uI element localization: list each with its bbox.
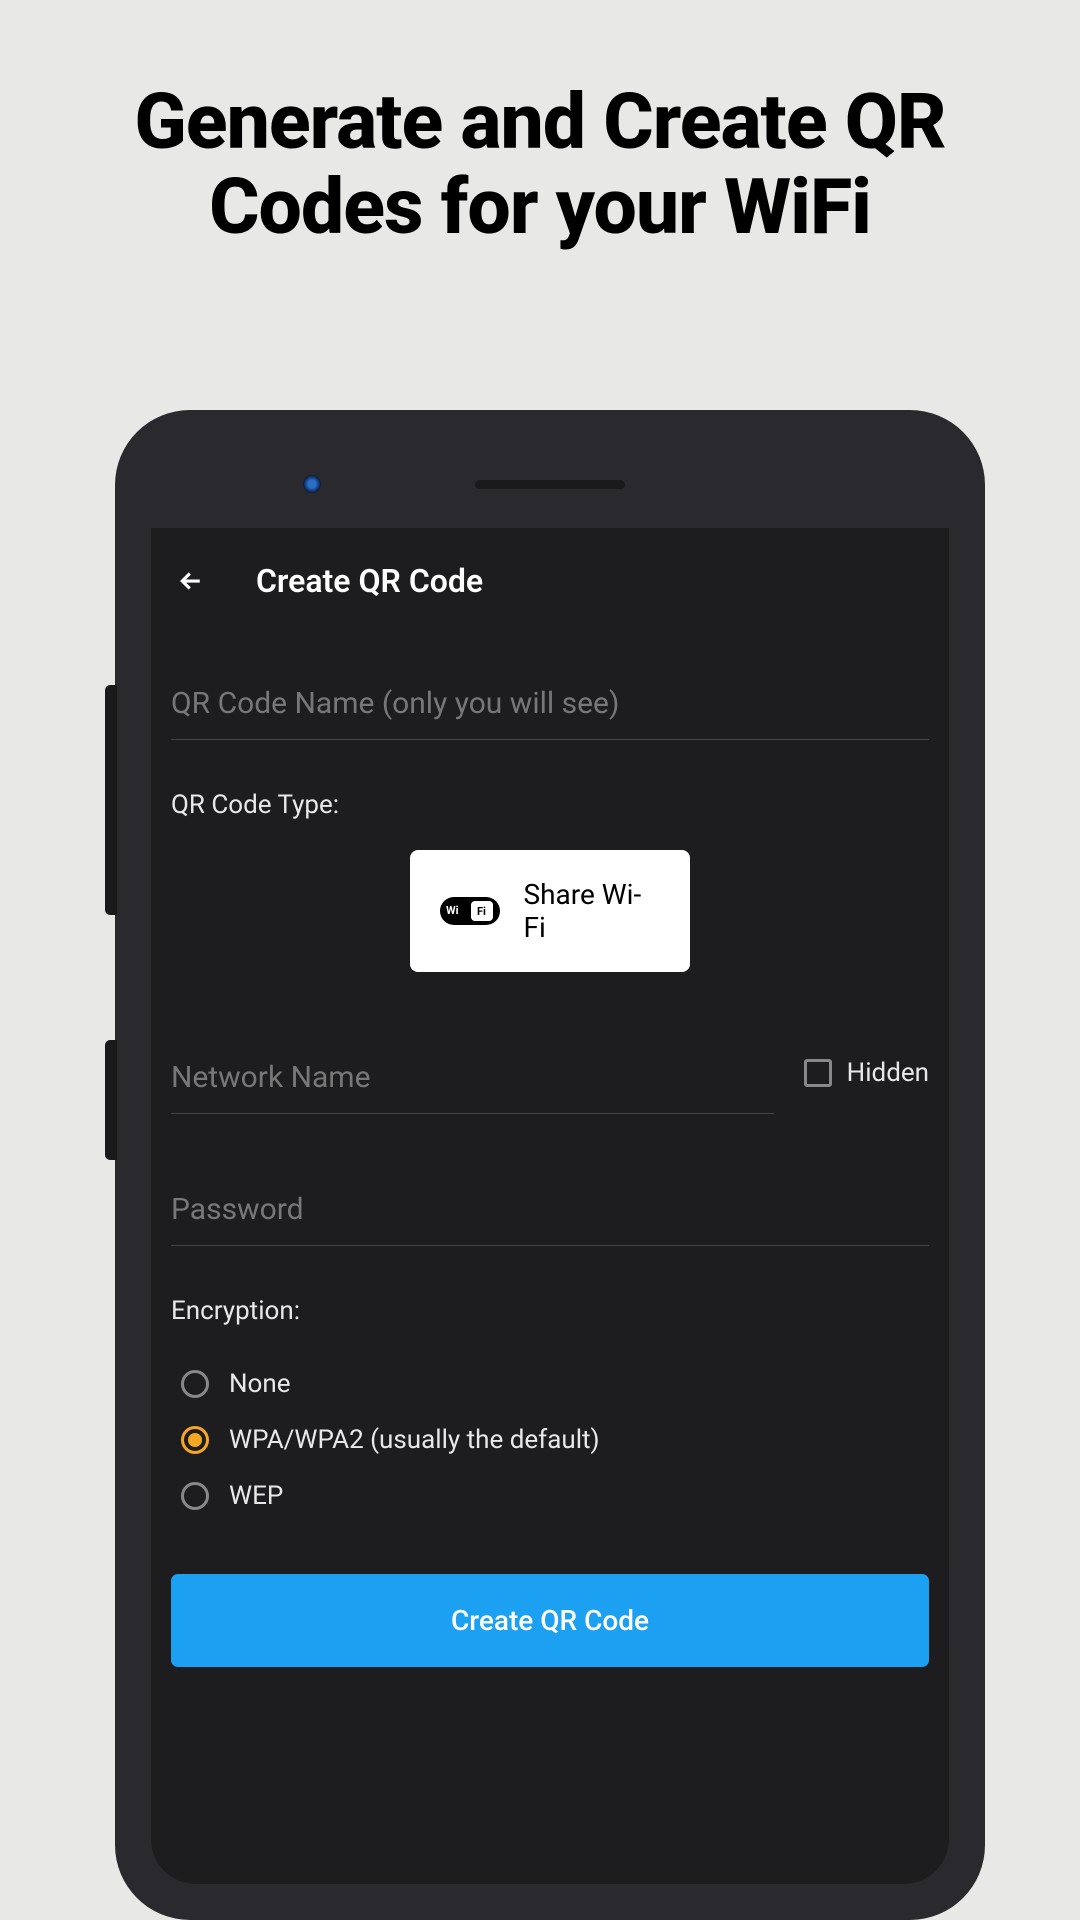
encryption-option-wpa[interactable]: WPA/WPA2 (usually the default) [171,1412,929,1468]
radio-icon [181,1370,209,1398]
encryption-label: Encryption: [171,1296,929,1326]
encryption-option-wep[interactable]: WEP [171,1468,929,1524]
volume-button [105,685,117,915]
page-title: Create QR Code [256,562,483,600]
encryption-radio-group: None WPA/WPA2 (usually the default) WEP [171,1356,929,1524]
hidden-checkbox-wrap[interactable]: Hidden [804,1058,929,1098]
hidden-checkbox[interactable] [804,1059,832,1087]
app-bar: Create QR Code [151,528,949,633]
radio-icon [181,1482,209,1510]
qr-name-field [171,668,929,740]
back-arrow-icon[interactable] [176,566,206,596]
marketing-headline: Generate and Create QR Codes for your Wi… [0,0,1080,309]
network-name-field [171,1042,774,1114]
phone-frame: Create QR Code QR Code Type: Wi Fi Sh [115,410,985,1920]
qr-type-chip[interactable]: Wi Fi Share Wi-Fi [410,850,690,972]
phone-speaker [475,480,625,489]
qr-name-input[interactable] [171,668,929,740]
wifi-icon: Wi Fi [440,893,499,929]
radio-label: WEP [229,1481,283,1511]
radio-label: None [229,1369,291,1399]
create-qr-button[interactable]: Create QR Code [171,1574,929,1667]
hidden-label: Hidden [847,1058,929,1088]
app-screen: Create QR Code QR Code Type: Wi Fi Sh [151,528,949,1884]
phone-camera [303,475,321,493]
qr-type-chip-label: Share Wi-Fi [524,878,661,944]
network-name-input[interactable] [171,1042,774,1114]
radio-icon [181,1426,209,1454]
power-button [105,1040,117,1160]
radio-label: WPA/WPA2 (usually the default) [229,1425,600,1455]
qr-type-label: QR Code Type: [171,790,929,820]
encryption-option-none[interactable]: None [171,1356,929,1412]
password-field [171,1174,929,1246]
password-input[interactable] [171,1174,929,1246]
